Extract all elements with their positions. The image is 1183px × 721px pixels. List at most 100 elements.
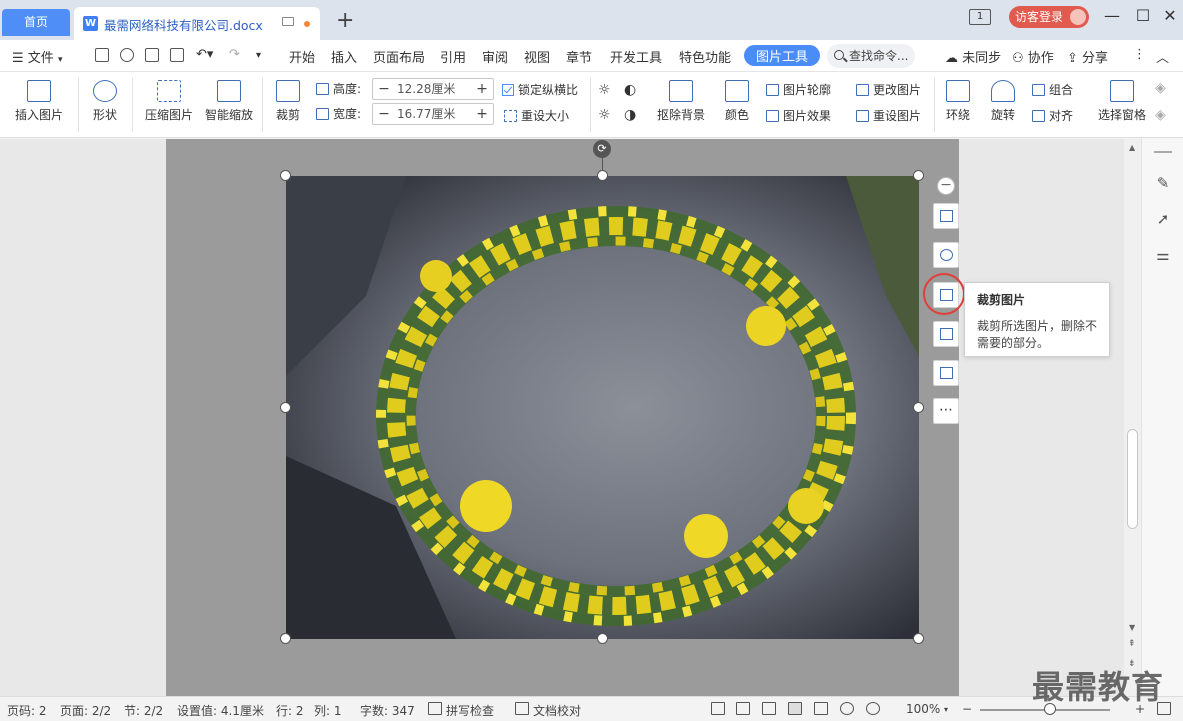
height-value[interactable]: 12.28厘米 — [397, 79, 455, 99]
command-search[interactable]: 查找命令... — [827, 44, 915, 68]
layout-options-button[interactable] — [933, 203, 959, 229]
file-menu[interactable]: ☰ 文件 ▾ — [12, 47, 62, 66]
spell-check-button[interactable]: 拼写检查 — [446, 702, 494, 719]
settings-sliders-icon[interactable]: ⚌ — [1155, 247, 1171, 263]
zoom-out-icon[interactable]: − — [962, 702, 972, 716]
menu-view[interactable]: 视图 — [524, 47, 550, 66]
outline-view-icon[interactable] — [814, 702, 828, 715]
reset-size-button[interactable]: 重设大小 — [504, 107, 569, 124]
menu-picture-tools[interactable]: 图片工具 — [744, 45, 821, 66]
picture-outline-button[interactable]: 图片轮廓 — [766, 81, 831, 98]
selection-pane-button[interactable]: 选择窗格 — [1096, 80, 1148, 123]
insert-picture-button[interactable]: 插入图片 — [8, 80, 70, 123]
resize-handle-bottom-left[interactable] — [280, 633, 291, 644]
resize-handle-right[interactable] — [913, 402, 924, 413]
minimize-button[interactable]: — — [1102, 6, 1122, 25]
menu-references[interactable]: 引用 — [440, 47, 466, 66]
width-stepper[interactable]: − 16.77厘米 + — [372, 103, 494, 125]
change-picture-button[interactable]: 更改图片 — [856, 81, 921, 98]
width-value[interactable]: 16.77厘米 — [397, 104, 455, 124]
redo-icon[interactable]: ↷ — [229, 47, 240, 62]
compress-picture-button[interactable]: 压缩图片 — [142, 80, 196, 123]
menu-page-layout[interactable]: 页面布局 — [373, 47, 425, 66]
contrast-down-icon[interactable]: ◑ — [624, 107, 636, 123]
login-button[interactable]: 访客登录 — [1009, 6, 1089, 28]
picture-effect-button[interactable]: 图片效果 — [766, 107, 831, 124]
picture-effects-button[interactable] — [933, 360, 959, 386]
resize-handle-top[interactable] — [597, 170, 608, 181]
resize-handle-top-left[interactable] — [280, 170, 291, 181]
page-view-icon[interactable] — [788, 702, 802, 715]
zoom-level[interactable]: 100% — [906, 702, 940, 716]
height-increase-button[interactable]: + — [471, 79, 493, 99]
rotate-button[interactable]: 旋转 — [984, 80, 1022, 123]
crop-button[interactable]: 裁剪 — [270, 80, 306, 123]
eye-care-icon[interactable] — [866, 702, 880, 715]
read-mode-icon[interactable] — [736, 702, 750, 715]
collapse-ribbon-icon[interactable]: ︿ — [1156, 47, 1169, 66]
resize-handle-bottom-right[interactable] — [913, 633, 924, 644]
vertical-scrollbar[interactable]: ▲ ▼ ⇞ ⇟ — [1124, 139, 1141, 696]
selected-picture[interactable] — [286, 176, 919, 639]
menu-review[interactable]: 审阅 — [482, 47, 508, 66]
export-pdf-icon[interactable] — [120, 48, 134, 62]
quick-more-icon[interactable]: ▾ — [256, 50, 261, 61]
resize-handle-left[interactable] — [280, 402, 291, 413]
scrollbar-thumb[interactable] — [1127, 429, 1138, 529]
menu-insert[interactable]: 插入 — [331, 47, 357, 66]
menu-features[interactable]: 特色功能 — [679, 47, 731, 66]
zoom-picture-button[interactable] — [933, 242, 959, 268]
layers-down-icon[interactable]: ◈ — [1155, 107, 1166, 123]
color-button[interactable]: 颜色 — [718, 80, 756, 123]
menu-developer[interactable]: 开发工具 — [610, 47, 662, 66]
scroll-down-icon[interactable]: ▼ — [1129, 623, 1135, 632]
cursor-icon[interactable]: ➚ — [1155, 211, 1171, 227]
layers-up-icon[interactable]: ◈ — [1155, 80, 1166, 96]
web-view-icon[interactable] — [840, 702, 854, 715]
tab-home[interactable]: 首页 — [2, 9, 70, 36]
width-increase-button[interactable]: + — [471, 104, 493, 124]
smart-zoom-button[interactable]: 智能缩放 — [202, 80, 256, 123]
width-decrease-button[interactable]: − — [373, 104, 395, 124]
resize-handle-bottom[interactable] — [597, 633, 608, 644]
page-indicator[interactable]: 1 — [969, 9, 991, 25]
save-icon[interactable] — [95, 48, 109, 62]
more-menu-icon[interactable]: ⋮ — [1133, 47, 1146, 62]
scroll-up-icon[interactable]: ▲ — [1129, 143, 1135, 152]
sync-button[interactable]: ☁ 未同步 — [945, 47, 1001, 66]
fullscreen-icon[interactable] — [711, 702, 725, 715]
collab-button[interactable]: ⚇ 协作 — [1012, 47, 1054, 66]
menu-chapter[interactable]: 章节 — [566, 47, 592, 66]
group-button[interactable]: 组合 — [1032, 81, 1073, 98]
proofread-button[interactable]: 文档校对 — [533, 702, 581, 719]
brightness-down-icon[interactable]: ☼ — [598, 107, 611, 123]
shape-button[interactable]: 形状 — [86, 80, 124, 123]
more-options-icon[interactable]: ⋯ — [933, 398, 959, 424]
rotate-handle-icon[interactable]: ⟳ — [593, 140, 611, 158]
page-number[interactable]: 页码: 2 — [7, 702, 47, 719]
prev-page-icon[interactable]: ⇞ — [1128, 639, 1136, 649]
undo-icon[interactable]: ↶▾ — [196, 47, 213, 62]
resize-handle-top-right[interactable] — [913, 170, 924, 181]
brightness-up-icon[interactable]: ☼ — [598, 82, 611, 98]
zoom-dropdown-icon[interactable]: ▾ — [944, 705, 948, 714]
height-decrease-button[interactable]: − — [373, 79, 395, 99]
replace-picture-button[interactable] — [933, 321, 959, 347]
pen-icon[interactable]: ✎ — [1155, 175, 1171, 191]
height-stepper[interactable]: − 12.28厘米 + — [372, 78, 494, 100]
collapse-toolbar-icon[interactable]: − — [937, 177, 955, 195]
share-button[interactable]: ⇪ 分享 — [1067, 47, 1108, 66]
print-preview-icon[interactable] — [170, 48, 184, 62]
reset-picture-button[interactable]: 重设图片 — [856, 107, 921, 124]
word-count[interactable]: 字数: 347 — [360, 702, 415, 719]
menu-start[interactable]: 开始 — [289, 47, 315, 66]
new-tab-button[interactable]: + — [336, 8, 354, 34]
edit-mode-icon[interactable] — [762, 702, 776, 715]
wrap-button[interactable]: 环绕 — [940, 80, 976, 123]
align-button[interactable]: 对齐 — [1032, 107, 1073, 124]
print-icon[interactable] — [145, 48, 159, 62]
lock-ratio-checkbox[interactable]: 锁定纵横比 — [502, 81, 578, 98]
remove-background-button[interactable]: 抠除背景 — [652, 80, 710, 123]
monitor-icon[interactable] — [282, 17, 294, 26]
maximize-button[interactable]: ☐ — [1133, 6, 1153, 25]
